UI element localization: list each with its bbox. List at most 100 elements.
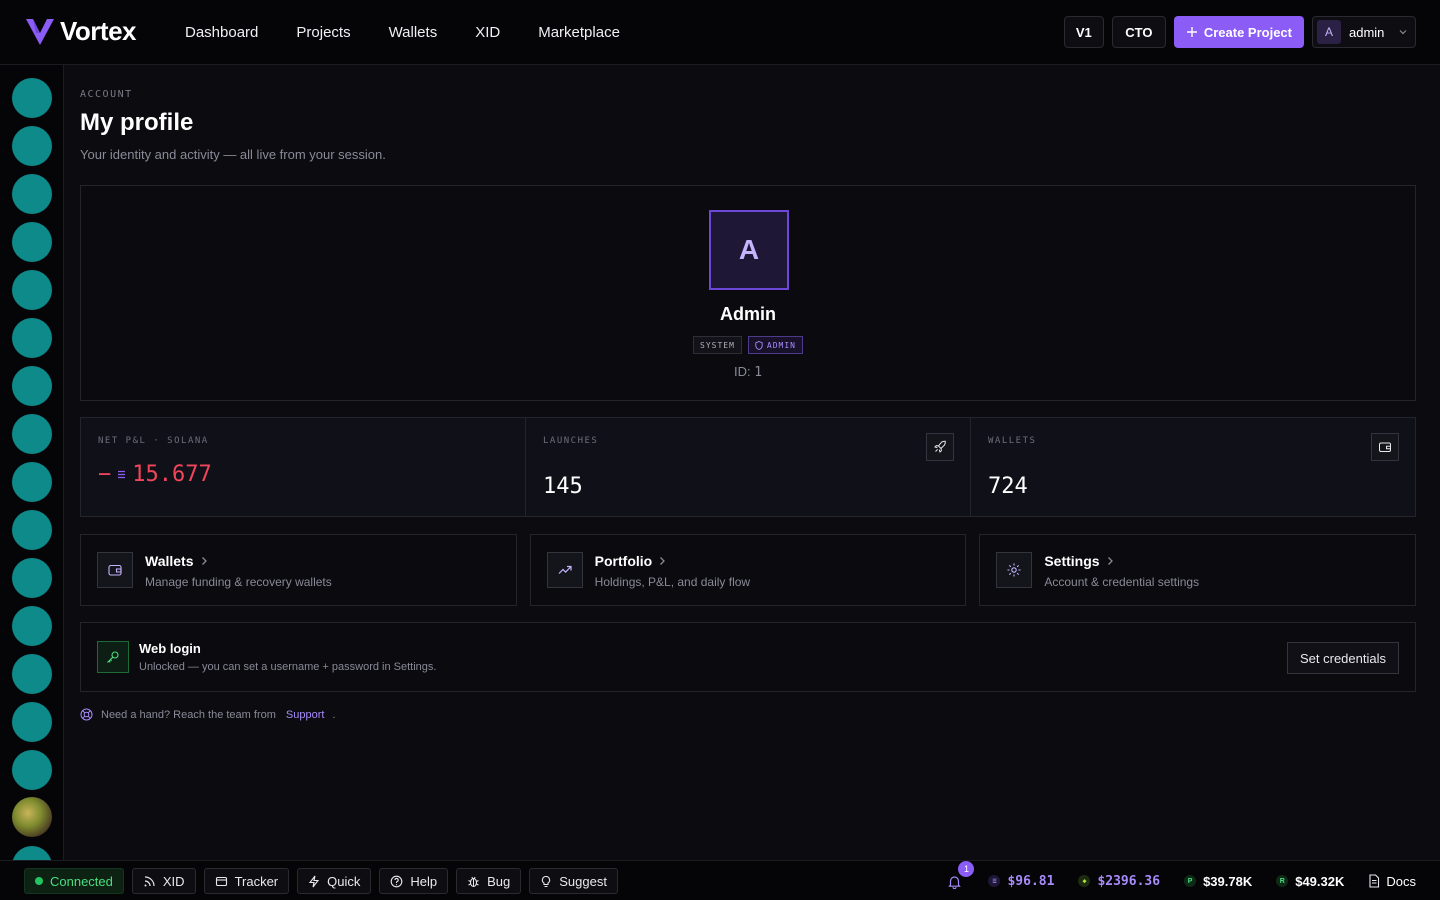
- lightbulb-icon: [542, 875, 551, 887]
- create-project-button[interactable]: Create Project: [1173, 16, 1304, 48]
- wallets-button[interactable]: [1371, 433, 1399, 461]
- sidebar-project-avatar[interactable]: [12, 366, 52, 406]
- link-card-wallets[interactable]: Wallets Manage funding & recovery wallet…: [80, 534, 517, 606]
- help-circle-icon: [391, 875, 403, 887]
- sidebar-project-avatar[interactable]: [12, 270, 52, 310]
- ticker-p[interactable]: P $39.78K: [1184, 874, 1252, 889]
- chevron-right-icon: [201, 557, 207, 565]
- docs-link[interactable]: Docs: [1368, 874, 1416, 889]
- page-title: My profile: [80, 109, 194, 136]
- bug-button[interactable]: Bug: [456, 868, 522, 894]
- status-dot-icon: [35, 877, 43, 885]
- help-text: Need a hand? Reach the team from: [101, 708, 276, 721]
- sidebar-project-avatar[interactable]: [12, 462, 52, 502]
- stat-wallets: WALLETS 724: [971, 418, 1415, 516]
- sidebar-project-avatar[interactable]: [12, 654, 52, 694]
- trend-up-icon: [546, 552, 583, 588]
- suggest-button[interactable]: Suggest: [529, 868, 618, 894]
- main-nav: Dashboard Projects Wallets XID Marketpla…: [185, 0, 620, 65]
- topbar-actions: V1 CTO Create Project A admin: [1063, 16, 1416, 48]
- profile-id-label: ID:: [733, 364, 751, 379]
- document-icon: [1369, 874, 1380, 888]
- stat-launches-value: 145: [543, 474, 583, 499]
- web-login-desc: Unlocked — you can set a username + pass…: [139, 661, 437, 673]
- sidebar-project-avatar[interactable]: [12, 702, 52, 742]
- pnl-amount: 15.677: [132, 462, 212, 487]
- link-card-portfolio[interactable]: Portfolio Holdings, P&L, and daily flow: [529, 534, 967, 606]
- profile-id-value: 1: [754, 365, 763, 380]
- link-desc: Holdings, P&L, and daily flow: [594, 575, 751, 589]
- link-card-settings[interactable]: Settings Account & credential settings: [979, 534, 1417, 606]
- sidebar-project-photo[interactable]: [12, 797, 52, 837]
- bell-icon: [948, 875, 961, 889]
- vortex-logo-icon: [26, 18, 54, 45]
- sidebar-project-avatar[interactable]: [12, 78, 52, 118]
- link-title: Wallets: [145, 553, 208, 569]
- lightning-icon: [309, 875, 320, 887]
- sidebar-project-avatar[interactable]: [12, 558, 52, 598]
- nav-projects[interactable]: Projects: [296, 24, 350, 41]
- profile-name: Admin: [720, 304, 776, 324]
- stats-strip: NET P&L · SOLANA − 15.677 LAUNCHES 145 W…: [80, 417, 1416, 517]
- quick-label: Quick: [327, 873, 361, 889]
- quick-links: Wallets Manage funding & recovery wallet…: [80, 534, 1417, 606]
- support-link[interactable]: Support: [286, 709, 325, 721]
- ticker-eth[interactable]: ◆ $2396.36: [1078, 874, 1160, 889]
- link-title-text: Settings: [1044, 553, 1100, 569]
- set-credentials-button[interactable]: Set credentials: [1287, 642, 1399, 674]
- launches-button[interactable]: [926, 433, 954, 461]
- xid-button[interactable]: XID: [131, 868, 196, 894]
- sidebar-project-avatar[interactable]: [12, 606, 52, 646]
- suggest-label: Suggest: [559, 873, 607, 889]
- nav-marketplace[interactable]: Marketplace: [538, 24, 620, 41]
- sidebar-project-avatar[interactable]: [12, 222, 52, 262]
- rss-icon: [144, 875, 155, 886]
- notification-count: 1: [958, 861, 975, 877]
- wallet-icon: [1379, 442, 1391, 452]
- sidebar-project-avatar[interactable]: [12, 126, 52, 166]
- profile-badges: SYSTEM ADMIN: [81, 336, 1415, 354]
- help-suffix: .: [332, 708, 336, 721]
- sidebar-project-avatar[interactable]: [12, 414, 52, 454]
- bottom-status: 1 ≡ $96.81 ◆ $2396.36 P $39.78K R $49.32…: [944, 861, 1416, 894]
- sidebar-project-avatar[interactable]: [12, 846, 52, 860]
- user-menu[interactable]: A admin: [1312, 16, 1416, 48]
- sidebar-project-avatar[interactable]: [12, 510, 52, 550]
- help-button[interactable]: Help: [379, 868, 449, 894]
- cto-button[interactable]: CTO: [1111, 16, 1166, 48]
- tracker-label: Tracker: [234, 873, 279, 889]
- sidebar-project-avatar[interactable]: [12, 750, 52, 790]
- admin-badge-label: ADMIN: [766, 340, 796, 350]
- notifications-button[interactable]: 1: [944, 861, 975, 891]
- sidebar-project-avatar[interactable]: [12, 174, 52, 214]
- v1-button[interactable]: V1: [1063, 16, 1104, 48]
- ticker-r[interactable]: R $49.32K: [1276, 874, 1344, 889]
- tracker-button[interactable]: Tracker: [203, 868, 290, 894]
- nav-xid[interactable]: XID: [475, 24, 500, 41]
- quick-button[interactable]: Quick: [297, 868, 372, 894]
- link-title: Settings: [1044, 553, 1113, 569]
- nav-dashboard[interactable]: Dashboard: [185, 24, 258, 41]
- sidebar-project-avatar[interactable]: [12, 318, 52, 358]
- page-eyebrow: ACCOUNT: [80, 89, 133, 100]
- stat-launches-label: LAUNCHES: [543, 436, 599, 446]
- profile-avatar: A: [709, 210, 789, 290]
- user-avatar: A: [1317, 20, 1341, 44]
- help-note: Need a hand? Reach the team from Support…: [80, 708, 335, 721]
- ticker-value: $39.78K: [1203, 873, 1253, 889]
- lifebuoy-icon: [80, 708, 93, 721]
- bug-label: Bug: [487, 873, 511, 889]
- pnl-sign: −: [98, 462, 112, 487]
- help-label: Help: [410, 873, 438, 889]
- connection-status[interactable]: Connected: [24, 868, 124, 894]
- stat-wallets-value: 724: [988, 474, 1028, 499]
- nav-wallets[interactable]: Wallets: [389, 24, 438, 41]
- ticker-sol[interactable]: ≡ $96.81: [988, 874, 1054, 889]
- shield-icon: [755, 340, 763, 350]
- stat-pnl: NET P&L · SOLANA − 15.677: [81, 418, 526, 516]
- connection-label: Connected: [50, 873, 113, 889]
- profile-id: ID: 1: [81, 364, 1415, 380]
- stat-launches: LAUNCHES 145: [526, 418, 971, 516]
- wallet-icon: [215, 876, 227, 886]
- brand-logo[interactable]: Vortex: [24, 16, 137, 47]
